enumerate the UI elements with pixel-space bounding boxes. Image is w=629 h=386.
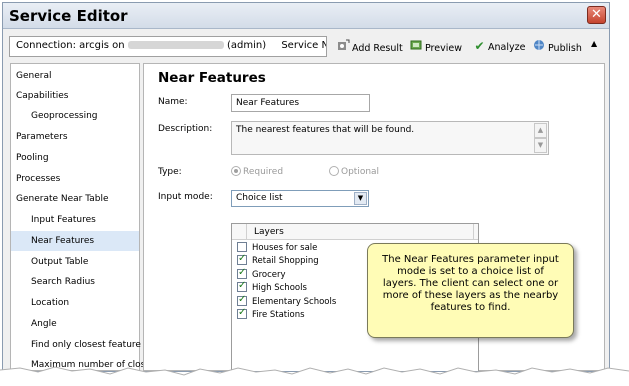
checkbox-checked-icon[interactable] [237,280,247,292]
layer-name: High Schools [252,283,307,293]
header-corner [232,224,247,239]
preview-button[interactable]: Preview [410,39,462,54]
sidebar-item-label: Location [31,298,70,308]
sidebar-item-label: Capabilities [16,91,69,101]
layer-name: Grocery [252,270,286,280]
connection-user: (admin) [227,40,267,51]
annotation-callout: The Near Features parameter input mode i… [367,243,574,338]
column-divider [473,224,474,239]
section-title: Near Features [158,70,266,86]
sidebar-item-generate-near-table[interactable]: Generate Near Table [11,189,139,209]
sidebar-item-label: Find only closest feature [31,340,141,350]
sidebar-item-label: Search Radius [31,277,95,287]
add-result-button[interactable]: Add Result [337,39,403,54]
layer-row[interactable]: High Schools [237,280,307,296]
service-name-label: Service Name: ... [281,40,326,51]
analyze-button[interactable]: ✔ Analyze [473,39,525,53]
type-required-radio[interactable]: Required [231,166,283,177]
sidebar-item-label: Geoprocessing [31,111,98,121]
analyze-checkmark-icon: ✔ [474,39,485,53]
sidebar-item-label: Near Features [31,236,95,246]
type-label: Type: [158,167,182,177]
close-icon: ✕ [591,7,602,22]
checkbox-checked-icon[interactable] [237,253,247,265]
sidebar-item-geoprocessing[interactable]: Geoprocessing [11,106,139,126]
title-bar: Service Editor ✕ [3,3,609,29]
sidebar-item-label: Processes [16,174,61,184]
sidebar-item-label: Output Table [31,257,89,267]
checkbox-checked-icon[interactable] [237,267,247,279]
sidebar-item-label: Parameters [16,132,68,142]
collapse-toolbar-button[interactable]: ▲ [591,39,597,48]
checkbox-checked-icon[interactable] [237,294,247,306]
description-text: The nearest features that will be found. [236,125,415,135]
publish-icon [533,39,546,54]
name-label: Name: [158,97,188,107]
sidebar-item-near-features[interactable]: Near Features [11,231,139,251]
chevron-up-icon: ▲ [591,39,598,48]
layer-name: Fire Stations [252,310,305,320]
input-mode-value: Choice list [236,193,283,203]
layer-name: Elementary Schools [252,297,337,307]
window-title: Service Editor [9,7,128,25]
sidebar-item-label: Angle [31,319,57,329]
sidebar-item-angle[interactable]: Angle [11,314,139,334]
sidebar-nav: General Capabilities Geoprocessing Param… [10,63,201,371]
layer-name: Houses for sale [252,243,318,253]
publish-label: Publish [548,43,582,54]
checkbox-unchecked-icon[interactable] [237,242,247,252]
sidebar-item-label: Generate Near Table [16,194,109,204]
layer-row[interactable]: Houses for sale [237,242,317,256]
preview-icon [410,39,423,54]
radio-unselected-icon [329,166,339,176]
sidebar-item-capabilities[interactable]: Capabilities [11,86,139,106]
layer-row[interactable]: Elementary Schools [237,294,337,310]
sidebar-item-pooling[interactable]: Pooling [11,148,139,168]
layers-column-header: Layers [254,227,284,237]
redacted-server-name [127,41,224,49]
sidebar-item-processes[interactable]: Processes [11,169,139,189]
sidebar-item-input-features[interactable]: Input Features [11,210,139,230]
connection-label: Connection: arcgis on [16,40,125,51]
sidebar-item-label: Input Features [31,215,96,225]
radio-label: Required [243,167,284,177]
description-scrollbar[interactable]: ▲ ▼ [534,123,547,153]
input-mode-label: Input mode: [158,192,213,202]
sidebar-item-general[interactable]: General [11,66,139,86]
sidebar-item-parameters[interactable]: Parameters [11,127,139,147]
add-result-icon [337,39,350,54]
sidebar-item-location[interactable]: Location [11,293,139,313]
name-input[interactable]: Near Features [231,94,370,112]
layers-header: Layers [232,224,478,240]
connection-field: Connection: arcgis on (admin) Service Na… [9,36,327,57]
checkbox-checked-icon[interactable] [237,307,247,319]
radio-selected-icon [231,166,241,176]
type-optional-radio[interactable]: Optional [329,166,379,177]
sidebar-item-label: Pooling [16,153,49,163]
layer-name: Retail Shopping [252,256,319,266]
analyze-label: Analyze [488,42,526,53]
sidebar-item-search-radius[interactable]: Search Radius [11,272,139,292]
close-button[interactable]: ✕ [587,6,606,24]
description-textarea[interactable]: The nearest features that will be found.… [231,121,549,155]
sidebar-item-find-closest[interactable]: Find only closest feature [11,335,141,355]
torn-edge [0,366,629,386]
add-result-label: Add Result [352,43,403,54]
sidebar-item-label: General [16,71,52,81]
scroll-up-icon[interactable]: ▲ [534,123,547,138]
toolbar: Connection: arcgis on (admin) Service Na… [3,31,609,61]
preview-label: Preview [425,43,462,54]
chevron-down-icon[interactable]: ▼ [354,192,367,205]
sidebar-item-output-table[interactable]: Output Table [11,252,139,272]
layer-row[interactable]: Retail Shopping [237,253,319,269]
radio-label: Optional [341,167,380,177]
publish-button[interactable]: Publish [533,39,582,54]
scroll-down-icon[interactable]: ▼ [534,138,547,153]
description-label: Description: [158,124,213,134]
layer-row[interactable]: Fire Stations [237,307,305,323]
input-mode-select[interactable]: Choice list ▼ [231,190,369,207]
